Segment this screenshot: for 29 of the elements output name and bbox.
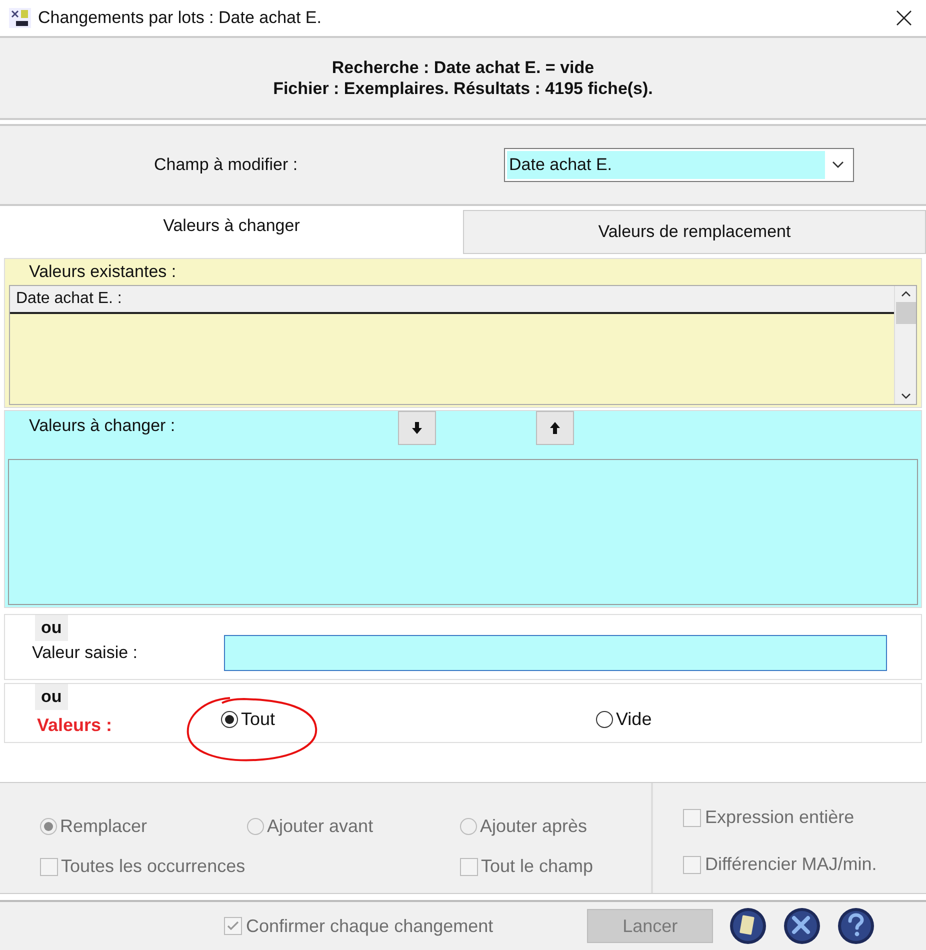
help-icon[interactable] [837, 907, 876, 945]
chevron-up-icon[interactable] [900, 290, 912, 298]
value-input[interactable] [224, 635, 887, 671]
close-icon[interactable] [894, 8, 914, 28]
chevron-down-icon[interactable] [900, 392, 912, 400]
existing-values-list[interactable]: Date achat E. : [9, 285, 917, 405]
or-label: ou [35, 615, 68, 640]
scrollbar[interactable] [894, 286, 916, 404]
tab[interactable]: Valeurs de remplacement [463, 210, 926, 254]
radio-option[interactable]: Vide [596, 706, 652, 733]
app-logo-icon [8, 6, 32, 30]
document-icon[interactable] [729, 907, 768, 945]
arrow-down-icon[interactable] [398, 411, 436, 445]
scrollbar-thumb[interactable] [896, 302, 916, 324]
section-title: Valeurs à changer : [29, 415, 176, 437]
values-label: Valeurs : [37, 714, 112, 737]
column-header: Date achat E. : [10, 286, 894, 314]
search-summary: Recherche : Date achat E. = vide [332, 57, 594, 78]
field-label: Champ à modifier : [154, 154, 299, 176]
field-label: Valeur saisie : [32, 642, 139, 664]
section-title: Valeurs existantes : [29, 261, 178, 283]
window-title: Changements par lots : Date achat E. [38, 7, 322, 30]
arrow-up-icon[interactable] [536, 411, 574, 445]
close-icon[interactable] [783, 907, 822, 945]
checkmark-icon [226, 919, 240, 933]
file-summary: Fichier : Exemplaires. Résultats : 4195 fiche(s). [273, 78, 653, 99]
radio-option[interactable]: Tout [221, 706, 276, 733]
field-dropdown[interactable]: Date achat E. [504, 148, 854, 182]
or-label: ou [35, 684, 68, 710]
